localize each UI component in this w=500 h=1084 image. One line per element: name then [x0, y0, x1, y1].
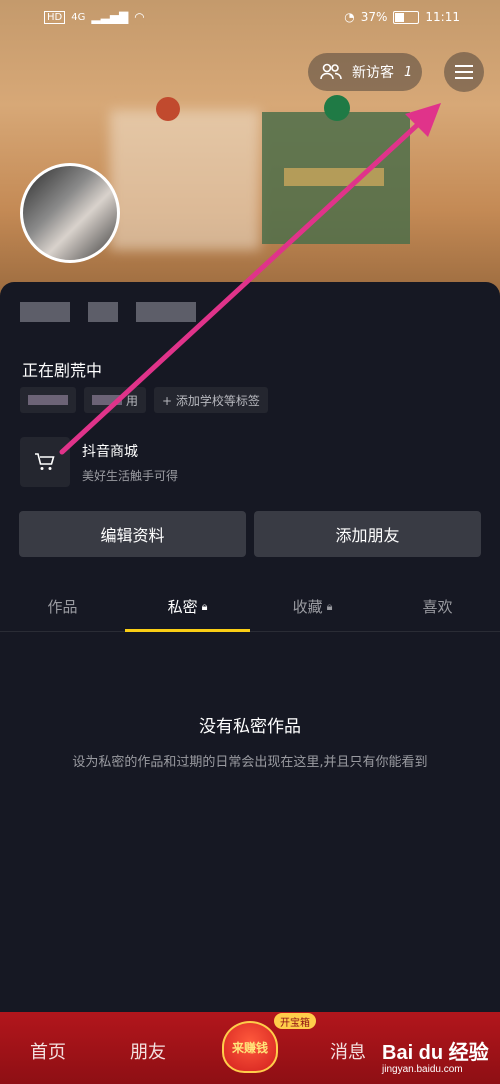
tab-likes[interactable]: 喜欢: [375, 582, 500, 631]
nav-messages[interactable]: 消息: [330, 1038, 366, 1064]
profile-signature: 正在剧荒中: [22, 361, 103, 380]
clock: 11:11: [425, 10, 460, 24]
open-treasure-badge[interactable]: 开宝箱: [274, 1013, 316, 1029]
visitor-label: 新访客: [352, 65, 394, 81]
profile-panel: 正在剧荒中 用 + 添加学校等标签 抖音商城 美好生活触手可得 编辑资料 添加朋…: [0, 282, 500, 1022]
tab-works[interactable]: 作品: [0, 582, 125, 631]
cart-icon: [20, 437, 70, 487]
nav-friends[interactable]: 朋友: [130, 1038, 166, 1064]
cover-decoration: [156, 97, 180, 121]
visitors-icon: [320, 63, 342, 80]
battery-percent: 37%: [360, 10, 388, 24]
battery-icon: [393, 10, 420, 24]
hamburger-menu-icon: [455, 65, 473, 79]
menu-button[interactable]: [444, 52, 484, 92]
profile-actions: 编辑资料 添加朋友: [19, 511, 481, 557]
profile-tabs: 作品 私密 🔒︎ 收藏 🔒︎ 喜欢: [0, 582, 500, 632]
alarm-icon: ◔: [344, 10, 355, 24]
cover-image-blur: [284, 168, 384, 186]
baidu-watermark: Bai du 经验: [382, 1042, 489, 1064]
earn-label: 来赚钱: [231, 1040, 268, 1055]
empty-state-subtitle: 设为私密的作品和过期的日常会出现在这里,并且只有你能看到: [72, 755, 428, 770]
visitor-count: 1: [404, 64, 413, 80]
new-visitors-button[interactable]: 新访客 1: [308, 53, 422, 91]
tag-blurred: [92, 395, 122, 405]
profile-tag[interactable]: [20, 387, 76, 413]
profile-tags: 用 + 添加学校等标签: [20, 387, 268, 413]
tag-blurred: [28, 395, 68, 405]
network-label: 4G: [71, 11, 86, 23]
earn-money-button[interactable]: 来赚钱: [218, 1013, 280, 1075]
nickname-blurred: [20, 302, 196, 322]
profile-tag[interactable]: 用: [84, 387, 147, 413]
add-friend-button[interactable]: 添加朋友: [254, 511, 481, 557]
empty-state-title: 没有私密作品: [199, 717, 301, 737]
shop-subtitle: 美好生活触手可得: [82, 468, 179, 483]
cover-decoration: [324, 95, 350, 121]
douyin-mall-entry[interactable]: 抖音商城 美好生活触手可得: [20, 437, 178, 487]
nav-home[interactable]: 首页: [30, 1038, 66, 1064]
edit-profile-button[interactable]: 编辑资料: [19, 511, 246, 557]
shop-title: 抖音商城: [82, 443, 138, 460]
money-bag-icon: 来赚钱: [222, 1021, 278, 1073]
lock-icon: 🔒︎: [326, 599, 333, 613]
cover-image-blur: [110, 110, 260, 250]
wifi-icon: ◠: [134, 10, 145, 24]
baidu-watermark-url: jingyan.baidu.com: [382, 1064, 463, 1075]
hd-icon: HD: [44, 10, 66, 24]
avatar[interactable]: [20, 163, 120, 263]
lock-icon: 🔒︎: [201, 599, 208, 613]
signal-icon: ▂▃▅▇: [91, 10, 129, 24]
tab-favorites[interactable]: 收藏 🔒︎: [250, 582, 375, 631]
add-school-tag-button[interactable]: + 添加学校等标签: [154, 387, 268, 413]
status-bar: HD 4G ▂▃▅▇ ◠ ◔ 37% 11:11: [0, 8, 500, 32]
tab-private[interactable]: 私密 🔒︎: [125, 582, 250, 632]
